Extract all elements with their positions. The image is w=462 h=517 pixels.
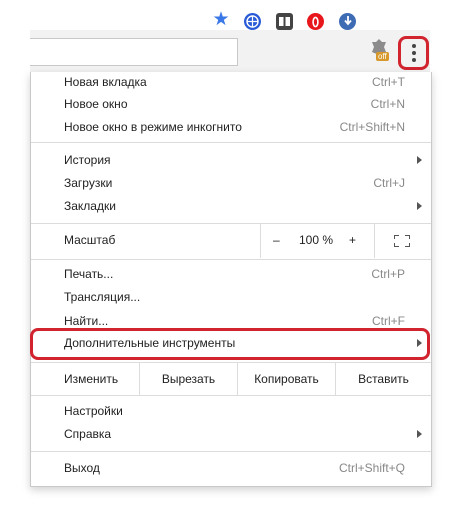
menu-item-label: Закладки bbox=[64, 199, 116, 213]
menu-item-shortcut: Ctrl+Shift+N bbox=[339, 120, 405, 134]
zoom-out-button[interactable]: – bbox=[273, 233, 280, 247]
menu-divider bbox=[31, 259, 431, 260]
opera-icon[interactable] bbox=[307, 13, 324, 30]
globe-icon[interactable] bbox=[244, 13, 261, 30]
address-bar[interactable] bbox=[30, 38, 238, 66]
edit-label: Изменить bbox=[64, 372, 119, 386]
fullscreen-icon[interactable] bbox=[394, 235, 410, 247]
extension-badge: off bbox=[376, 52, 389, 61]
menu-item-bookmarks[interactable]: Закладки bbox=[31, 196, 431, 218]
menu-item-edit: Изменить Вырезать Копировать Вставить bbox=[31, 363, 431, 395]
cut-button[interactable]: Вырезать bbox=[140, 363, 237, 395]
menu-item-cast[interactable]: Трансляция... bbox=[31, 287, 431, 309]
menu-item-label: Справка bbox=[64, 427, 112, 441]
submenu-arrow-icon bbox=[417, 156, 422, 164]
menu-button-highlight bbox=[398, 36, 429, 70]
menu-item-label: Новое окно bbox=[64, 97, 128, 111]
menu-item-label: Печать... bbox=[64, 267, 114, 281]
tabs-icon[interactable] bbox=[276, 13, 293, 30]
menu-item-downloads[interactable]: Загрузки Ctrl+J bbox=[31, 173, 431, 195]
menu-item-label: Выход bbox=[64, 461, 100, 475]
menu-item-shortcut: Ctrl+Shift+Q bbox=[338, 461, 405, 475]
submenu-arrow-icon bbox=[417, 430, 422, 438]
menu-item-new-window[interactable]: Новое окно Ctrl+N bbox=[31, 94, 431, 116]
menu-item-zoom: Масштаб – 100 % + bbox=[31, 223, 431, 258]
menu-item-label: Новая вкладка bbox=[64, 75, 147, 89]
menu-item-history[interactable]: История bbox=[31, 150, 431, 172]
zoom-divider bbox=[374, 223, 375, 258]
menu-divider bbox=[31, 395, 431, 396]
extension-off-icon[interactable]: off bbox=[370, 39, 392, 63]
menu-item-label: Масштаб bbox=[64, 233, 116, 247]
menu-item-new-tab[interactable]: Новая вкладка Ctrl+T bbox=[31, 72, 431, 94]
menu-item-help[interactable]: Справка bbox=[31, 424, 431, 446]
menu-item-exit[interactable]: Выход Ctrl+Shift+Q bbox=[31, 458, 431, 480]
menu-item-label: История bbox=[64, 153, 111, 167]
menu-item-label: Загрузки bbox=[64, 176, 113, 190]
zoom-divider bbox=[260, 223, 261, 258]
menu-divider bbox=[31, 142, 431, 143]
zoom-in-button[interactable]: + bbox=[349, 233, 356, 247]
menu-item-label: Трансляция... bbox=[64, 290, 141, 304]
menu-item-shortcut: Ctrl+F bbox=[372, 314, 405, 327]
menu-item-shortcut: Ctrl+P bbox=[371, 267, 405, 281]
menu-item-incognito[interactable]: Новое окно в режиме инкогнито Ctrl+Shift… bbox=[31, 117, 431, 139]
menu-item-print[interactable]: Печать... Ctrl+P bbox=[31, 264, 431, 286]
download-icon[interactable] bbox=[339, 13, 356, 30]
copy-button[interactable]: Копировать bbox=[238, 363, 335, 395]
menu-item-label: Настройки bbox=[64, 404, 123, 418]
paste-button[interactable]: Вставить bbox=[336, 363, 431, 395]
menu-item-shortcut: Ctrl+N bbox=[370, 97, 405, 111]
zoom-level: 100 % bbox=[299, 233, 334, 247]
menu-divider bbox=[31, 451, 431, 452]
menu-item-label: Найти... bbox=[64, 314, 109, 327]
menu-item-shortcut: Ctrl+T bbox=[372, 75, 405, 89]
menu-item-find[interactable]: Найти... Ctrl+F bbox=[31, 311, 431, 327]
menu-divider bbox=[31, 223, 431, 224]
menu-item-settings[interactable]: Настройки bbox=[31, 401, 431, 423]
submenu-arrow-icon bbox=[417, 202, 422, 210]
menu-item-label: Новое окно в режиме инкогнито bbox=[64, 120, 242, 134]
menu-item-shortcut: Ctrl+J bbox=[373, 176, 405, 190]
chrome-main-menu: Новая вкладка Ctrl+T Новое окно Ctrl+N Н… bbox=[30, 72, 432, 487]
more-tools-highlight bbox=[30, 328, 430, 360]
star-icon[interactable]: ★ bbox=[211, 10, 231, 30]
